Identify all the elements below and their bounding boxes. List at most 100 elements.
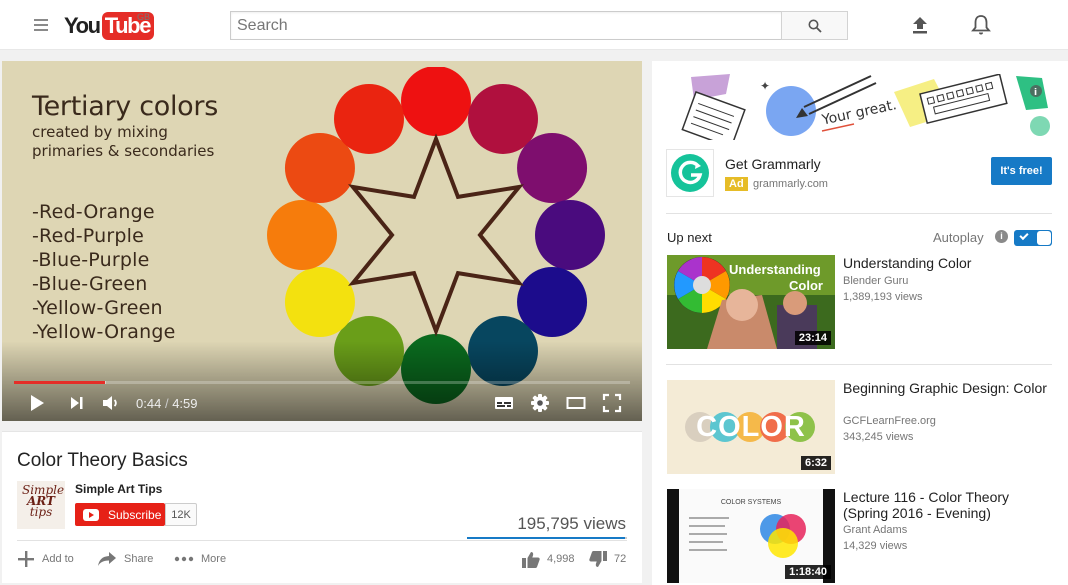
ad-banner-image[interactable]: ✦ Your great. i (666, 74, 1052, 140)
thumbnail-text: Color (789, 278, 823, 293)
checkmark-icon (1019, 230, 1029, 241)
video-views: 14,329 views (843, 540, 908, 552)
color-wheel-swatch (517, 133, 588, 203)
add-to-label: Add to (42, 553, 74, 565)
ad-domain: grammarly.com (753, 178, 828, 190)
video-thumbnail[interactable]: COLOR SYSTEMS 1:18:40 (667, 489, 835, 583)
share-label: Share (124, 553, 154, 565)
video-title-link[interactable]: Understanding Color (843, 255, 1052, 271)
like-button[interactable]: 4,998 (522, 548, 575, 570)
ad-title[interactable]: Get Grammarly (725, 156, 821, 172)
seek-bar[interactable] (14, 381, 630, 384)
play-icon[interactable] (26, 392, 48, 414)
video-title-link[interactable]: Beginning Graphic Design: Color (843, 380, 1052, 396)
subtitles-icon[interactable] (493, 392, 515, 414)
video-channel: Blender Guru (843, 275, 909, 287)
color-wheel-swatch (284, 267, 355, 337)
slide-subtitle-line: primaries & secondaries (32, 142, 215, 160)
slide-list-item: -Blue-Purple (32, 249, 150, 271)
video-title: Color Theory Basics (17, 450, 188, 471)
grammarly-logo[interactable] (666, 149, 714, 197)
divider (666, 364, 1052, 365)
like-ratio-fill (467, 537, 625, 539)
video-duration: 6:32 (800, 456, 831, 470)
channel-avatar[interactable]: Simple ART tips (17, 481, 65, 529)
more-dots-icon (174, 556, 194, 562)
color-wheel-swatch (535, 200, 605, 270)
region-code: GB (137, 12, 151, 22)
subscriber-count: 12K (165, 503, 197, 526)
recommended-video[interactable]: COLOR SYSTEMS 1:18:40 Lecture 116 - Colo… (667, 489, 1052, 583)
divider (666, 213, 1052, 214)
dislike-count: 72 (614, 553, 627, 565)
subscribe-label: Subscribe (108, 507, 162, 522)
subscribe-button[interactable]: Subscribe (75, 503, 165, 526)
channel-name-link[interactable]: Simple Art Tips (75, 482, 162, 496)
avatar-text: tips (29, 505, 53, 519)
share-arrow-icon (98, 552, 116, 566)
slide-list-item: -Red-Purple (32, 225, 145, 247)
color-wheel-swatch (267, 200, 337, 270)
recommended-video[interactable]: COLOR 6:32 Beginning Graphic Design: Col… (667, 380, 1052, 474)
duration: 4:59 (172, 396, 198, 411)
volume-icon[interactable] (100, 392, 122, 414)
settings-gear-icon[interactable] (529, 392, 551, 414)
color-wheel-swatch (334, 83, 404, 154)
plus-icon (18, 551, 34, 567)
search-input[interactable] (230, 11, 782, 40)
next-video-icon[interactable] (66, 392, 88, 414)
video-thumbnail[interactable]: Understanding Color 23:14 (667, 255, 835, 349)
video-thumbnail[interactable]: COLOR 6:32 (667, 380, 835, 474)
video-duration: 23:14 (794, 331, 831, 345)
video-title-link[interactable]: Lecture 116 - Color Theory (Spring 2016 … (843, 489, 1052, 521)
like-dislike-ratio-bar (467, 537, 627, 539)
recommended-video[interactable]: Understanding Color 23:14 Understanding … (667, 255, 1052, 349)
video-info-card: Color Theory Basics Simple ART tips Simp… (2, 431, 642, 583)
up-next-heading: Up next (667, 230, 712, 245)
theater-mode-icon[interactable] (565, 392, 587, 414)
current-time: 0:44 (136, 396, 162, 411)
video-views: 1,389,193 views (843, 291, 923, 303)
dislike-button[interactable]: 72 (589, 548, 626, 570)
guide-menu-icon[interactable] (34, 19, 48, 31)
color-wheel-illustration (267, 67, 605, 404)
slide-list-item: -Yellow-Orange (32, 321, 176, 343)
divider (17, 540, 627, 541)
notifications-bell-icon[interactable] (971, 14, 991, 36)
share-button[interactable]: Share (97, 548, 153, 570)
watch-sidebar: ✦ Your great. i Get Grammarly Ad grammar… (652, 61, 1068, 585)
slide-list-item: -Yellow-Green (32, 297, 163, 319)
thumbnail-text: COLOR SYSTEMS (721, 499, 782, 506)
video-duration: 1:18:40 (785, 565, 831, 579)
youtube-play-icon (83, 508, 99, 521)
add-to-button[interactable]: Add to (17, 548, 74, 570)
toggle-knob (1037, 231, 1051, 245)
star-outline (348, 133, 524, 337)
slide-subtitle: created by mixing primaries & secondarie… (32, 123, 214, 161)
thumbs-down-icon (589, 550, 607, 567)
logo-you-text: You (64, 13, 101, 38)
video-channel: GCFLearnFree.org (843, 415, 936, 427)
fullscreen-icon[interactable] (601, 392, 623, 414)
slide-list-item: -Blue-Green (32, 273, 148, 295)
slide-subtitle-line: created by mixing (32, 123, 168, 141)
grammarly-g-icon (671, 154, 709, 192)
thumbs-up-icon (522, 551, 540, 568)
more-label: More (201, 553, 227, 565)
info-icon[interactable]: i (995, 230, 1008, 243)
more-actions-button[interactable]: More (174, 548, 226, 570)
like-count: 4,998 (547, 553, 575, 565)
video-player[interactable]: Tertiary colors created by mixing primar… (2, 61, 642, 421)
autoplay-toggle[interactable] (1014, 230, 1052, 246)
svg-text:✦: ✦ (760, 79, 770, 93)
masthead: You Tube GB (0, 0, 1068, 50)
time-display: 0:44 / 4:59 (136, 396, 198, 411)
time-separator: / (164, 396, 169, 411)
slide-title: Tertiary colors (32, 91, 218, 122)
upload-icon[interactable] (911, 16, 929, 34)
ad-cta-button[interactable]: It's free! (991, 157, 1052, 185)
ad-banner-illustration: ✦ Your great. i (666, 74, 1052, 140)
search-button[interactable] (781, 11, 848, 40)
autoplay-label: Autoplay (933, 230, 984, 245)
slide-list-item: -Red-Orange (32, 201, 155, 223)
